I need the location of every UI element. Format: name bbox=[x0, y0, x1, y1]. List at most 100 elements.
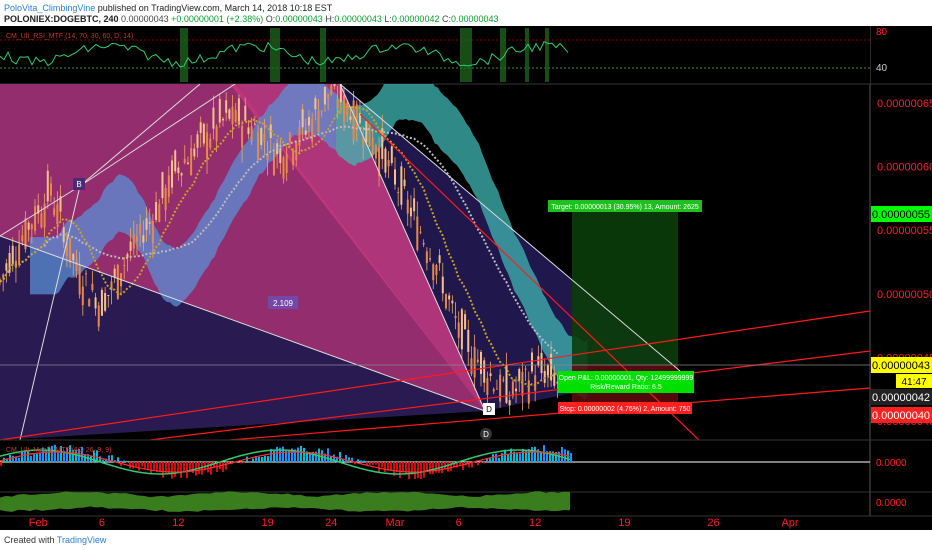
candle-body bbox=[94, 297, 97, 309]
candle-body bbox=[416, 216, 419, 250]
candle-body bbox=[486, 378, 489, 395]
high-label: H: bbox=[325, 14, 335, 24]
candle-body bbox=[247, 127, 250, 135]
candle-body bbox=[374, 145, 377, 159]
macd-bar bbox=[225, 462, 227, 470]
macd-bar bbox=[480, 462, 482, 463]
candle-body bbox=[515, 388, 518, 392]
candle-body bbox=[113, 268, 116, 278]
macd-bar bbox=[171, 462, 173, 479]
candle-body bbox=[81, 286, 84, 306]
x-tick-label: 24 bbox=[325, 517, 337, 529]
candle-body bbox=[206, 132, 209, 159]
candle-body bbox=[460, 309, 463, 350]
candle-body bbox=[304, 130, 307, 135]
candle-body bbox=[132, 234, 135, 249]
tradingview-logo-text[interactable]: TradingView bbox=[57, 535, 107, 545]
candle-body bbox=[343, 95, 346, 122]
candle-body bbox=[202, 123, 205, 144]
price-tag-stop-text: 0.00000040 bbox=[872, 410, 930, 422]
candle-body bbox=[145, 218, 148, 230]
open-label: O: bbox=[265, 14, 276, 24]
candle-body bbox=[327, 93, 330, 99]
target-label: Target: 0.00000013 (30.95%) 13, Amount: … bbox=[551, 204, 699, 211]
macd-bar bbox=[201, 462, 203, 475]
price-change: +0.00000001 (+2.38%) bbox=[171, 14, 264, 24]
x-tick-label: Apr bbox=[781, 517, 798, 529]
candle-body bbox=[368, 122, 371, 147]
candle-body bbox=[429, 258, 432, 260]
y-tick-label: 0.00000055 bbox=[877, 225, 932, 237]
macd-bar bbox=[261, 457, 263, 462]
candle-body bbox=[518, 369, 521, 382]
candle-body bbox=[212, 107, 215, 129]
macd-bar bbox=[243, 462, 245, 463]
candle-body bbox=[241, 125, 244, 148]
candle-body bbox=[419, 231, 422, 233]
candle-body bbox=[30, 224, 33, 230]
rsi-zone bbox=[460, 28, 472, 82]
macd-bar bbox=[18, 457, 20, 462]
candle-body bbox=[470, 358, 473, 375]
candle-body bbox=[508, 400, 511, 406]
macd-bar bbox=[447, 462, 449, 472]
candle-body bbox=[215, 126, 218, 142]
macd-bar bbox=[267, 456, 269, 462]
candle-body bbox=[21, 235, 24, 242]
candle-body bbox=[116, 265, 119, 299]
candle-body bbox=[489, 373, 492, 377]
macd-bar bbox=[207, 462, 209, 473]
candle-body bbox=[49, 183, 52, 196]
y-tick-label: 0.00000065 bbox=[877, 98, 932, 110]
candle-body bbox=[253, 123, 256, 125]
price-chart[interactable]: CM_Ult_RSI_MTF (14, 70, 30, 60, D, 14) 8… bbox=[0, 26, 932, 530]
candle-body bbox=[511, 381, 514, 397]
symbol-name: POLONIEX:DOGEBTC, 240 bbox=[4, 14, 119, 24]
macd-bar bbox=[138, 462, 140, 471]
candle-body bbox=[244, 105, 247, 121]
target-label-box: Target: 0.00000013 (30.95%) 13, Amount: … bbox=[548, 200, 702, 212]
x-tick-label: 6 bbox=[99, 517, 105, 529]
candle-body bbox=[8, 252, 11, 273]
pattern-b-label: B bbox=[76, 180, 81, 189]
macd-bar bbox=[384, 462, 386, 472]
close-value: 0.00000043 bbox=[450, 14, 499, 24]
macd-bar bbox=[117, 457, 119, 462]
y-tick-label: 0.00000050 bbox=[877, 289, 932, 301]
countdown-tag: 41:47 bbox=[896, 374, 932, 388]
price-tag-last-text: 0.00000043 bbox=[872, 360, 930, 372]
candle-body bbox=[530, 352, 533, 372]
macd-bar bbox=[432, 462, 434, 475]
macd-bar bbox=[264, 455, 266, 462]
macd-bar bbox=[477, 462, 479, 466]
x-tick-label: 19 bbox=[618, 517, 630, 529]
candle-body bbox=[480, 351, 483, 374]
macd-bar bbox=[132, 462, 134, 469]
macd-bar bbox=[258, 456, 260, 462]
rsi-label: CM_Ult_RSI_MTF (14, 70, 30, 60, D, 14) bbox=[6, 33, 133, 40]
candle-body bbox=[285, 153, 288, 173]
ohlc-values: 0.00000043 +0.00000001 (+2.38%) O:0.0000… bbox=[121, 14, 499, 24]
open-pnl-label: Open P&L: 0.00000001, Qty: 12499999999 bbox=[559, 375, 694, 382]
candle-body bbox=[91, 283, 94, 291]
macd-bar bbox=[12, 455, 14, 462]
candle-body bbox=[457, 322, 460, 338]
x-tick-label: 6 bbox=[456, 517, 462, 529]
candle-body bbox=[499, 374, 502, 402]
candle-body bbox=[85, 273, 88, 275]
x-tick-label: Mar bbox=[386, 517, 405, 529]
author-link[interactable]: PoloVita_ClimbingVine bbox=[4, 3, 95, 13]
macd-bar bbox=[498, 457, 500, 462]
macd-bar bbox=[33, 453, 35, 462]
x-tick-label: 12 bbox=[172, 517, 184, 529]
risk-reward-label: Risk/Reward Ratio: 6.5 bbox=[590, 384, 662, 391]
macd-bar bbox=[36, 453, 38, 462]
macd-bar bbox=[144, 462, 146, 469]
candle-body bbox=[75, 258, 78, 271]
macd-bar bbox=[492, 454, 494, 462]
candle-body bbox=[199, 122, 202, 134]
candle-body bbox=[193, 148, 196, 157]
candle-body bbox=[72, 253, 75, 261]
candle-body bbox=[135, 236, 138, 242]
candle-body bbox=[524, 368, 527, 370]
